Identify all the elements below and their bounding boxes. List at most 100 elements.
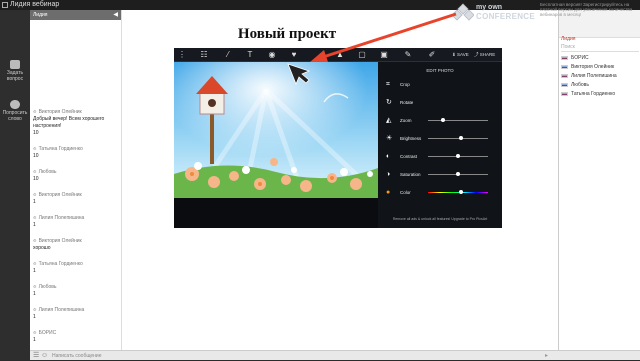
- participant-item[interactable]: Лилия Полепишина: [561, 72, 639, 81]
- menu-icon[interactable]: ☰: [33, 352, 39, 360]
- participants-search[interactable]: Поиск: [561, 44, 639, 52]
- saturation-tool: ◑ Saturation: [386, 170, 498, 180]
- myownconference-watermark: my own CONFERENCE: [452, 3, 552, 23]
- tool-label: Rotate: [400, 100, 414, 105]
- save-label: SAVE: [457, 52, 469, 57]
- participant-item[interactable]: Виктория Олейник: [561, 63, 639, 72]
- participants-footer: [558, 350, 640, 360]
- flag-icon: [561, 82, 568, 87]
- saturation-slider[interactable]: [428, 172, 488, 176]
- project-title: Новый проект: [237, 26, 337, 42]
- chat-message: Виктория Олейник 1: [33, 191, 121, 206]
- collapse-chat-icon[interactable]: ◀: [113, 12, 118, 18]
- message-author: Лилия Полепишина: [33, 214, 121, 222]
- message-input-bar: ☰ ☺ Написать сообщение ▸: [30, 350, 558, 360]
- selected-user[interactable]: Лидия: [561, 36, 576, 42]
- message-author: Любовь: [33, 168, 121, 176]
- participant-item[interactable]: Татьяна Гордиенко: [561, 90, 639, 99]
- photo-editor: ⋮ ☷ ⁄ T ◉ ♥ ▲ ▢ ▣ ✎ ✐ ⬇ SAVE ⤴ SHARE EDI…: [174, 48, 502, 228]
- message-text: 1: [33, 291, 36, 297]
- message-text: Добрый вечер! Всем хорошего настроения!: [33, 116, 105, 129]
- spring-scene-image: [174, 62, 378, 198]
- save-button[interactable]: ⬇ SAVE: [452, 51, 469, 59]
- rotate-tool[interactable]: ↻ Rotate: [386, 98, 498, 108]
- ask-question-label: Задать вопрос: [6, 70, 24, 82]
- zoom-slider[interactable]: [428, 118, 488, 122]
- contrast-slider-knob[interactable]: [456, 154, 460, 158]
- zoom-tool: ◭ Zoom: [386, 116, 498, 126]
- participants-list: БОРИС Виктория Олейник Лилия Полепишина …: [561, 54, 639, 99]
- message-author: Татьяна Гордиенко: [33, 145, 121, 153]
- chat-message: Виктория Олейник Добрый вечер! Всем хоро…: [33, 108, 121, 137]
- photo-background: [174, 198, 378, 228]
- tool-label: Zoom: [400, 118, 412, 123]
- chat-message: БОРИС 1: [33, 329, 121, 344]
- text-icon[interactable]: T: [244, 50, 256, 60]
- saturation-slider-knob[interactable]: [456, 172, 460, 176]
- chat-messages: Виктория Олейник Добрый вечер! Всем хоро…: [33, 108, 121, 352]
- message-text: 1: [33, 268, 36, 274]
- flag-icon: [561, 91, 568, 96]
- chat-message: Лилия Полепишина 1: [33, 214, 121, 229]
- participant-item[interactable]: Любовь: [561, 81, 639, 90]
- message-input[interactable]: Написать сообщение: [52, 352, 102, 360]
- flag-icon: [561, 64, 568, 69]
- share-button[interactable]: ⤴ SHARE: [474, 51, 495, 59]
- brightness-icon: ☀: [386, 135, 393, 142]
- edited-photo: [174, 62, 378, 198]
- brush-icon[interactable]: ✎: [402, 50, 414, 60]
- adjust-icon[interactable]: ☷: [198, 50, 210, 60]
- raise-hand-button[interactable]: Попросить слово: [1, 100, 29, 122]
- ask-question-button[interactable]: Задать вопрос: [1, 60, 29, 82]
- image-icon[interactable]: ▣: [378, 50, 390, 60]
- heart-icon[interactable]: ♥: [288, 50, 300, 60]
- message-text: 1: [33, 199, 36, 205]
- free-version-notice: Бесплатная версия! Зарегистрируйтесь на …: [540, 2, 633, 17]
- smile-icon[interactable]: ☺: [41, 352, 48, 360]
- upgrade-banner[interactable]: Remove all ads & unlock all features! Up…: [378, 217, 502, 221]
- participants-panel: Лидия Поиск БОРИС Виктория Олейник Лилия…: [558, 10, 640, 350]
- tool-label: Crop: [400, 82, 410, 87]
- crop-tool[interactable]: ⌗ Crop: [386, 80, 498, 90]
- crop-icon: ⌗: [386, 81, 390, 88]
- chat-panel: Лидия ◀ Виктория Олейник Добрый вечер! В…: [30, 10, 122, 350]
- tool-label: Saturation: [400, 172, 421, 177]
- participant-item[interactable]: БОРИС: [561, 54, 639, 63]
- message-text: 1: [33, 337, 36, 343]
- flag-icon: [561, 55, 568, 60]
- chat-message: Виктория Олейник хорошо: [33, 237, 121, 252]
- more-menu-icon[interactable]: ⋮: [176, 50, 188, 60]
- editor-toolbar: ⋮ ☷ ⁄ T ◉ ♥ ▲ ▢ ▣ ✎ ✐ ⬇ SAVE ⤴ SHARE: [174, 48, 502, 62]
- window-title: Лидия вебинар: [10, 1, 60, 8]
- panel-title: EDIT PHOTO: [426, 68, 454, 73]
- zoom-slider-knob[interactable]: [441, 118, 445, 122]
- presentation-stage: Новый проект ⋮ ☷ ⁄ T ◉ ♥ ▲ ▢ ▣ ✎ ✐ ⬇ SAV…: [122, 10, 558, 350]
- contrast-slider[interactable]: [428, 154, 488, 158]
- tool-label: Contrast: [400, 154, 418, 159]
- frame-icon[interactable]: ▢: [356, 50, 368, 60]
- rotate-icon: ↻: [386, 99, 392, 106]
- eye-icon[interactable]: ◉: [266, 50, 278, 60]
- message-author: Татьяна Гордиенко: [33, 260, 121, 268]
- color-slider-knob[interactable]: [459, 190, 463, 194]
- color-icon: ●: [386, 189, 391, 196]
- message-text: 10: [33, 176, 39, 182]
- chat-message: Татьяна Гордиенко 1: [33, 260, 121, 275]
- edit-photo-panel: EDIT PHOTO ⌗ Crop ↻ Rotate ◭ Zoom ☀ Brig…: [378, 62, 502, 228]
- magic-wand-icon[interactable]: ⁄: [222, 50, 234, 60]
- brightness-slider-knob[interactable]: [459, 136, 463, 140]
- color-slider[interactable]: [428, 190, 488, 194]
- stamp-icon[interactable]: ▲: [334, 50, 346, 60]
- participant-name: Виктория Олейник: [571, 64, 615, 70]
- contrast-icon: ◐: [386, 153, 391, 160]
- zoom-icon: ◭: [386, 117, 392, 124]
- draw-icon[interactable]: ✐: [426, 50, 438, 60]
- ask-question-icon: [10, 60, 20, 69]
- conference-logo-icon: [452, 3, 474, 21]
- brightness-slider[interactable]: [428, 136, 488, 140]
- raise-hand-label: Попросить слово: [2, 110, 28, 122]
- message-text: 10: [33, 153, 39, 159]
- tool-label: Brightness: [400, 136, 422, 141]
- message-text: 1: [33, 222, 36, 228]
- watermark-line2: CONFERENCE: [476, 12, 536, 21]
